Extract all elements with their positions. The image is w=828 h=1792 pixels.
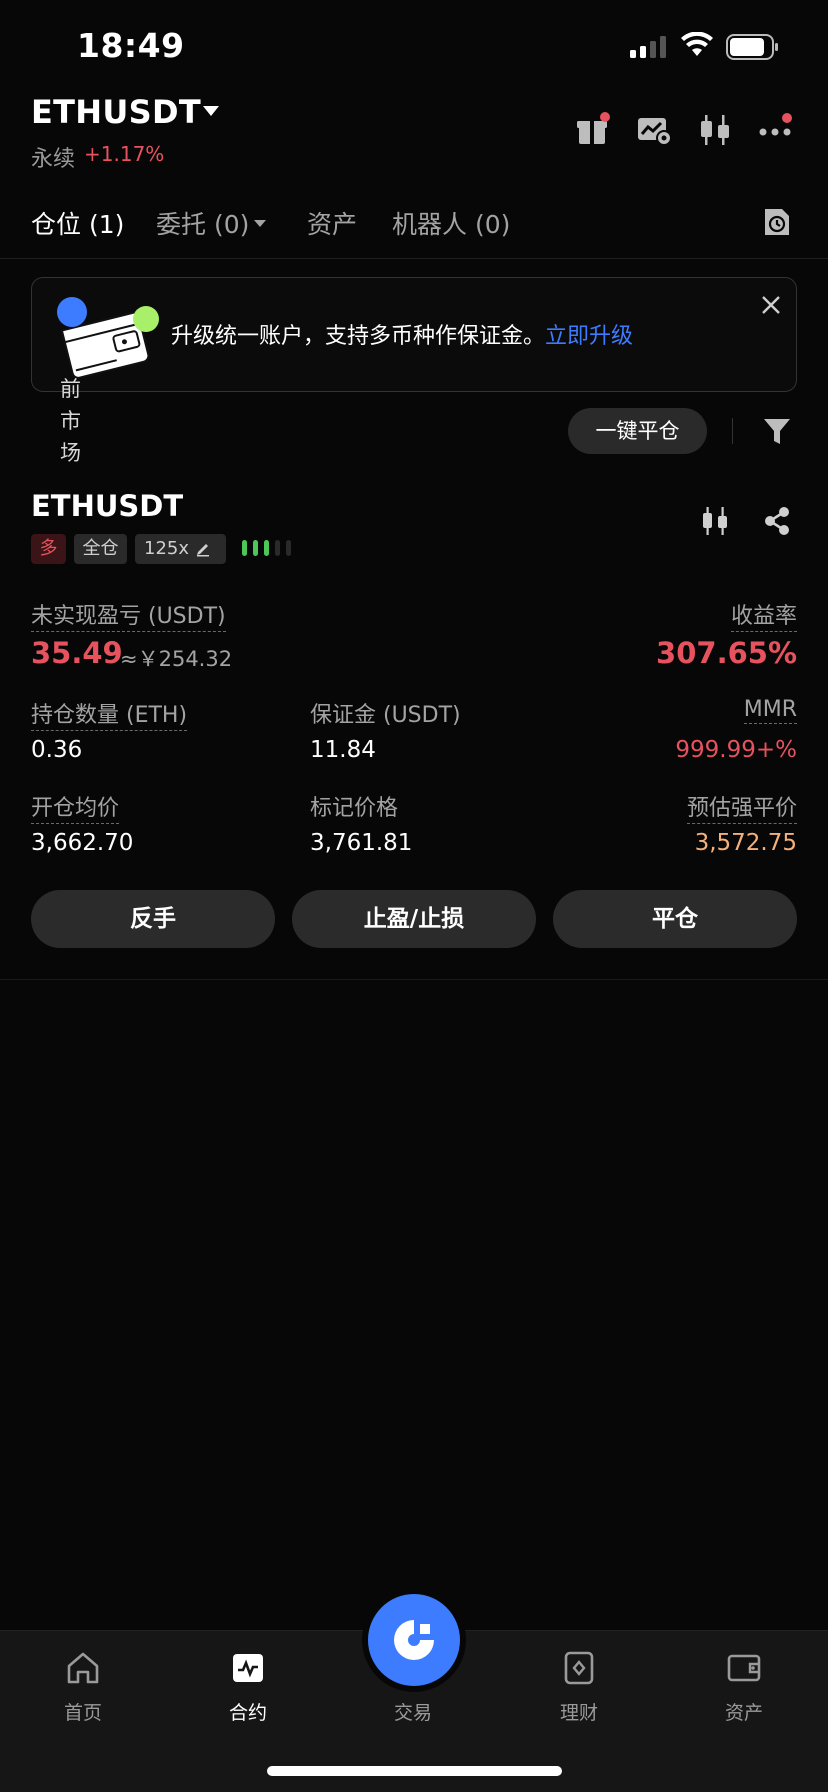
tab-orders[interactable]: 委托 (0) (156, 205, 249, 241)
battery-icon (726, 34, 778, 60)
nav-home[interactable]: 首页 (23, 1650, 143, 1725)
position-qty-value: 0.36 (31, 737, 83, 763)
tab-assets[interactable]: 资产 (307, 205, 357, 241)
share-icon[interactable] (762, 505, 792, 537)
tab-bots[interactable]: 机器人 (0) (392, 205, 510, 241)
leverage-badge[interactable]: 125x (135, 534, 226, 564)
divider (732, 418, 733, 444)
liq-price-label[interactable]: 预估强平价 (686, 790, 797, 824)
banner-message: 升级统一账户，支持多币种作保证金。立即升级 (171, 318, 633, 350)
leverage-value: 125x (144, 538, 190, 559)
close-position-button[interactable]: 平仓 (553, 890, 797, 948)
market-filter-char: 前 (60, 377, 81, 401)
close-icon[interactable] (760, 294, 782, 316)
nav-assets[interactable]: 资产 (684, 1650, 804, 1725)
upgrade-link[interactable]: 立即升级 (545, 324, 633, 349)
close-all-button[interactable]: 一键平仓 (568, 408, 707, 454)
nav-earn[interactable]: 理财 (519, 1650, 639, 1725)
trade-spacer-icon (395, 1650, 431, 1686)
margin-value: 11.84 (310, 737, 376, 763)
edit-icon[interactable] (195, 541, 211, 557)
nav-assets-label: 资产 (724, 1702, 763, 1724)
adl-bar (286, 540, 291, 556)
wallet-icon (727, 1654, 761, 1682)
caret-down-icon[interactable] (254, 219, 266, 228)
earn-icon (564, 1651, 594, 1685)
price-change: +1.17% (84, 142, 165, 166)
nav-trade-label: 交易 (393, 1702, 432, 1724)
margin-mode-badge[interactable]: 全仓 (74, 534, 127, 564)
adl-bar (253, 540, 258, 556)
market-filter-char: 场 (60, 441, 81, 465)
filter-icon[interactable] (762, 416, 792, 446)
more-icon[interactable] (758, 112, 794, 148)
position-qty-label[interactable]: 持仓数量 (ETH) (31, 697, 188, 731)
mmr-label[interactable]: MMR (743, 697, 797, 724)
unrealized-pnl-cny: ≈￥254.32 (120, 647, 233, 671)
adl-bar (275, 540, 280, 556)
reverse-button[interactable]: 反手 (31, 890, 275, 948)
mmr-value: 999.99+% (675, 737, 797, 763)
divider (0, 979, 828, 980)
gift-icon[interactable] (575, 112, 611, 148)
tpsl-button[interactable]: 止盈/止损 (292, 890, 536, 948)
current-market-filter[interactable]: 前 市 场 (60, 373, 90, 469)
tab-positions[interactable]: 仓位 (1) (31, 205, 124, 241)
symbol-selector[interactable]: ETHUSDT (31, 93, 201, 131)
chart-settings-icon[interactable] (636, 112, 672, 148)
roe-label[interactable]: 收益率 (730, 598, 797, 632)
futures-icon (233, 1654, 263, 1682)
nav-home-label: 首页 (63, 1702, 102, 1724)
adl-bar (242, 540, 247, 556)
adl-indicator-icon (242, 540, 291, 556)
contract-type-label: 永续 (31, 147, 76, 172)
candlestick-icon[interactable] (697, 112, 733, 148)
mark-price-value: 3,761.81 (310, 830, 413, 856)
home-icon (67, 1652, 99, 1684)
divider (0, 258, 828, 259)
status-time: 18:49 (77, 26, 185, 65)
nav-futures[interactable]: 合约 (188, 1650, 308, 1725)
caret-down-icon[interactable] (202, 104, 220, 118)
adl-bar (264, 540, 269, 556)
roe-value: 307.65% (656, 636, 797, 670)
history-icon[interactable] (762, 206, 792, 238)
unrealized-pnl-value: 35.49 (31, 636, 123, 670)
nav-earn-label: 理财 (559, 1702, 598, 1724)
side-badge: 多 (31, 534, 66, 564)
wifi-icon (681, 32, 713, 56)
upgrade-banner[interactable]: 升级统一账户，支持多币种作保证金。立即升级 (31, 277, 797, 392)
market-filter-char: 市 (60, 409, 81, 433)
margin-label: 保证金 (USDT) (310, 703, 461, 728)
position-symbol[interactable]: ETHUSDT (31, 489, 183, 523)
home-indicator (267, 1766, 562, 1776)
nav-futures-label: 合约 (228, 1702, 267, 1724)
candlestick-icon[interactable] (700, 505, 730, 537)
unrealized-pnl-label[interactable]: 未实现盈亏 (USDT) (31, 598, 226, 632)
liq-price-value: 3,572.75 (694, 830, 797, 856)
entry-price-value: 3,662.70 (31, 830, 134, 856)
cellular-signal-icon (630, 36, 666, 58)
entry-price-label[interactable]: 开仓均价 (31, 790, 120, 824)
nav-trade[interactable]: 交易 (353, 1650, 473, 1725)
banner-text: 升级统一账户，支持多币种作保证金。 (171, 324, 546, 349)
wallet-illustration-icon (57, 297, 159, 378)
mark-price-label: 标记价格 (310, 796, 399, 821)
